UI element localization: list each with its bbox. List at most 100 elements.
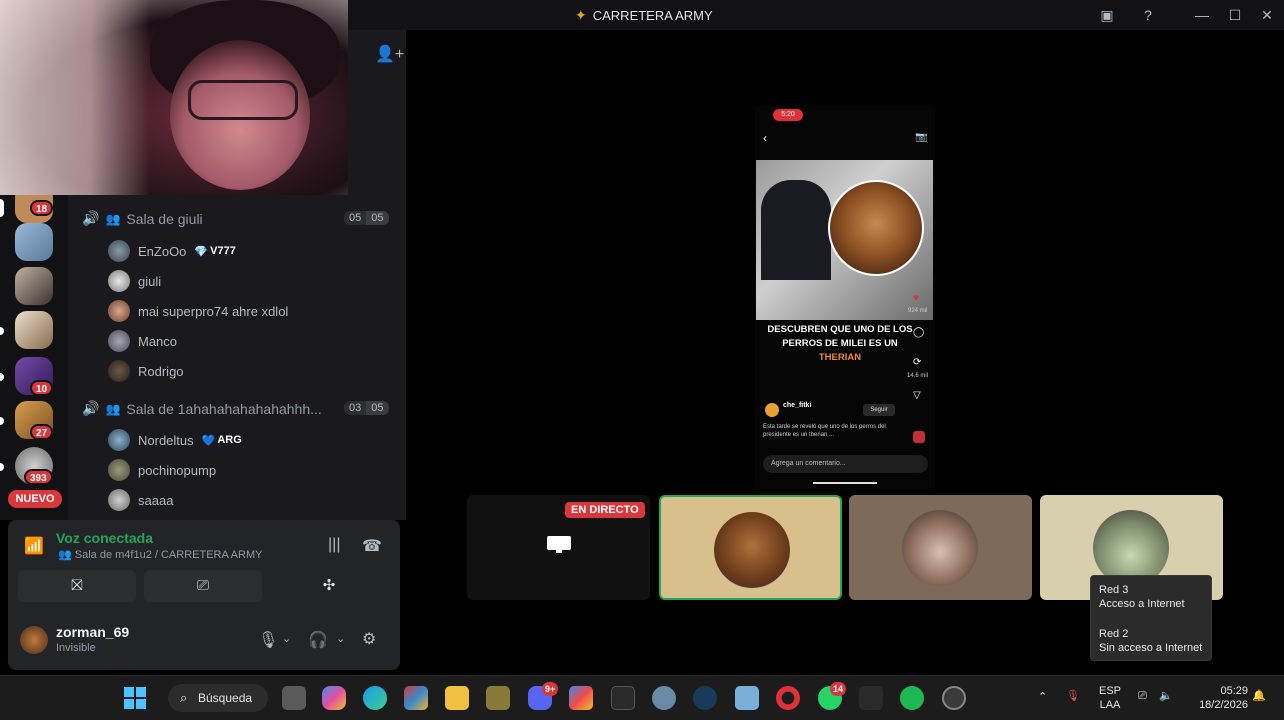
unread-indicator <box>0 327 4 335</box>
chevron-down-icon[interactable]: ⌄ <box>282 632 291 645</box>
signal-icon[interactable]: 📶 <box>24 536 44 556</box>
voice-member[interactable]: Rodrigo <box>108 360 184 382</box>
epic-games-icon[interactable] <box>611 686 635 710</box>
opera-icon[interactable] <box>776 686 800 710</box>
network-status: Acceso a Internet <box>1099 598 1185 610</box>
file-explorer-icon[interactable] <box>445 686 469 710</box>
user-count-limit: 05 <box>366 401 389 415</box>
voice-member[interactable]: pochinopump <box>108 459 216 481</box>
voice-status[interactable]: Voz conectada <box>56 530 153 546</box>
music-icon <box>913 431 925 443</box>
camera-icon: 📷 <box>915 132 928 143</box>
inbox-icon[interactable]: ▣ <box>1098 6 1116 24</box>
gem-icon: 💎 <box>194 245 209 258</box>
search-label: Búsqueda <box>198 691 253 705</box>
chevron-up-icon[interactable]: ⌃ <box>1038 690 1047 704</box>
voice-room-second[interactable]: 🔊 👥 Sala de 1ahahahahahahahhh... <box>82 400 322 417</box>
voice-room-giuli[interactable]: 🔊 👥 Sala de giuli <box>82 210 203 227</box>
unread-indicator <box>0 463 4 471</box>
voice-member[interactable]: mai superpro74 ahre xdlol <box>108 300 288 322</box>
activities-button[interactable]: ✣ <box>270 570 388 602</box>
notifications-icon[interactable]: 🔔 <box>1252 689 1266 703</box>
comment-icon: ◯ <box>913 327 925 338</box>
follow-button: Seguir <box>863 404 895 416</box>
headphones-icon[interactable]: 🎧 <box>308 630 328 650</box>
chevron-down-icon[interactable]: ⌄ <box>336 632 345 645</box>
mention-badge: 27 <box>30 424 54 440</box>
store-icon[interactable] <box>569 686 593 710</box>
app-icon[interactable] <box>486 686 510 710</box>
server-icon[interactable] <box>15 223 53 261</box>
voice-channel[interactable]: 👥 Sala de m4f1u2 / CARRETERA ARMY <box>58 548 262 561</box>
disconnect-icon[interactable]: ☎ <box>362 536 382 556</box>
voice-member[interactable]: saaaa <box>108 489 173 511</box>
mention-badge: 393 <box>24 469 53 485</box>
voice-member[interactable]: Nordeltus 💙 ARG <box>108 429 242 451</box>
avatar[interactable] <box>20 626 48 654</box>
avatar <box>108 300 130 322</box>
screen-share-button[interactable]: ⎚ <box>144 570 262 602</box>
speaker-icon: 🔊 <box>82 210 100 226</box>
user-status: Invisible <box>56 642 96 654</box>
obs-icon[interactable] <box>942 686 966 710</box>
language-indicator[interactable]: ESP LAA <box>1098 684 1122 712</box>
clock[interactable]: 05:29 18/2/2026 <box>1188 684 1248 712</box>
close-button[interactable]: ✕ <box>1258 6 1276 24</box>
help-icon[interactable]: ? <box>1139 6 1157 24</box>
participant-tile[interactable] <box>659 495 842 600</box>
member-tag: 💎 V777 <box>194 245 235 258</box>
room-name: Sala de giuli <box>126 210 203 227</box>
server-icon[interactable] <box>15 267 53 305</box>
winrar-icon[interactable] <box>404 686 428 710</box>
app-icon[interactable] <box>735 686 759 710</box>
settings-icon[interactable] <box>652 686 676 710</box>
copilot-icon[interactable] <box>322 686 346 710</box>
account-name: che_fitki <box>783 402 812 409</box>
member-name: Manco <box>138 333 178 349</box>
add-member-icon[interactable]: 👤+ <box>375 44 404 64</box>
spotify-icon[interactable] <box>900 686 924 710</box>
windows-start-icon[interactable] <box>124 687 146 709</box>
search-box[interactable]: ⌕ Búsqueda <box>168 684 268 712</box>
server-logo-icon: ✦ <box>575 7 587 23</box>
back-icon: ‹ <box>763 131 767 145</box>
avatar <box>108 489 130 511</box>
gear-icon[interactable]: ⚙ <box>362 629 376 649</box>
edge-icon[interactable] <box>363 686 387 710</box>
username[interactable]: zorman_69 <box>56 624 129 640</box>
mention-badge: 10 <box>30 380 54 396</box>
server-icon[interactable] <box>15 311 53 349</box>
minimize-button[interactable]: — <box>1193 6 1211 24</box>
shares-count: 14.6 mil <box>907 373 929 379</box>
steam-icon[interactable] <box>693 686 717 710</box>
microphone-icon[interactable]: 🎙 <box>1066 689 1080 703</box>
live-badge: EN DIRECTO <box>565 502 645 518</box>
voice-panel: 📶 Voz conectada 👥 Sala de m4f1u2 / CARRE… <box>8 520 400 670</box>
network-icon[interactable]: ⎚ <box>1138 689 1147 703</box>
voice-member[interactable]: giuli <box>108 270 161 292</box>
participant-tile[interactable] <box>849 495 1032 600</box>
voice-member[interactable]: EnZoOo 💎 V777 <box>108 240 236 262</box>
stream-view[interactable]: 5:20 ‹ 📷 ♥ 924 mil DESCUBREN QUE UNO DE … <box>755 105 935 490</box>
member-tag: 💙 ARG <box>202 434 242 447</box>
network-status: Sin acceso a Internet <box>1099 642 1203 654</box>
voice-channel-text: Sala de m4f1u2 / CARRETERA ARMY <box>74 549 263 561</box>
comment-input: Agrega un comentario... <box>763 455 928 473</box>
maximize-button[interactable]: ☐ <box>1226 6 1244 24</box>
camera-toggle-button[interactable]: ⛝ <box>18 570 136 602</box>
voice-member[interactable]: Manco <box>108 330 177 352</box>
user-count-current: 03 <box>344 401 367 415</box>
app-icon[interactable] <box>859 686 883 710</box>
window-title: ✦ CARRETERA ARMY <box>575 7 713 24</box>
noise-suppression-icon[interactable]: ||| <box>328 536 340 554</box>
group-icon: 👥 <box>105 211 121 226</box>
volume-icon[interactable]: 🔈 <box>1159 689 1173 703</box>
language-code: ESP <box>1098 685 1121 697</box>
account-avatar <box>765 403 779 417</box>
webcam-preview[interactable] <box>0 0 348 195</box>
dog-shape <box>828 180 924 276</box>
microphone-icon[interactable]: 🎙 <box>258 630 278 650</box>
news-headline: DESCUBREN QUE UNO DE LOS PERROS DE MILEI… <box>765 323 915 365</box>
avatar <box>108 429 130 451</box>
task-view-icon[interactable] <box>282 686 306 710</box>
